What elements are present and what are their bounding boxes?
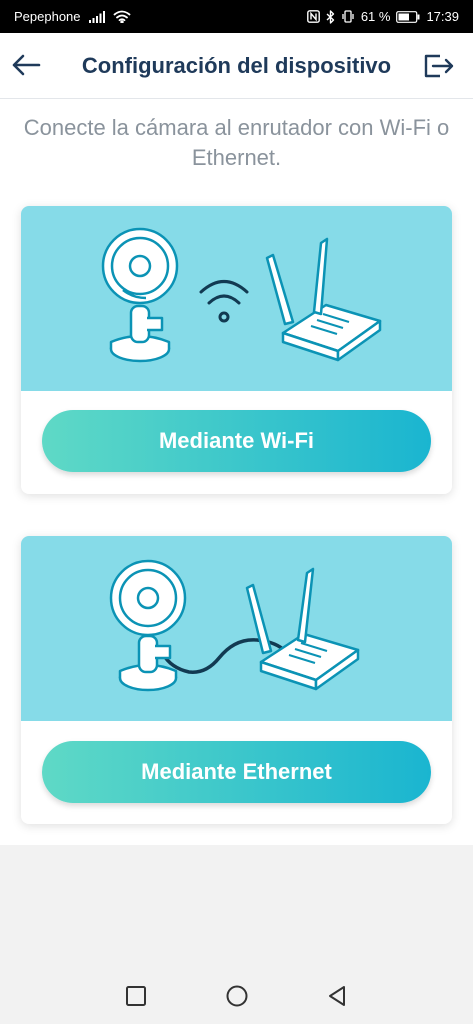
back-icon (329, 986, 345, 1006)
battery-icon (396, 10, 420, 23)
page-title: Configuración del dispositivo (81, 53, 392, 78)
camera-icon (101, 227, 179, 363)
wifi-option-card[interactable]: Mediante Wi-Fi (21, 206, 452, 494)
main-content: Conecte la cámara al enrutador con Wi-Fi… (0, 99, 473, 845)
battery-percentage: 61 % (360, 9, 391, 24)
recent-apps-icon (126, 986, 146, 1006)
camera-ethernet-router-illustration (21, 536, 452, 721)
carrier-name: Pepephone (14, 9, 81, 24)
instructions-text: Conecte la cámara al enrutador con Wi-Fi… (23, 115, 450, 170)
signal-icon (88, 10, 105, 23)
home-button[interactable] (223, 982, 251, 1010)
system-nav-bar (0, 966, 473, 1024)
recent-apps-button[interactable] (122, 982, 150, 1010)
wifi-status-icon (113, 10, 131, 23)
camera-icon (109, 559, 187, 692)
bluetooth-icon (326, 9, 335, 24)
vibrate-icon (341, 10, 355, 23)
router-icon (265, 237, 382, 362)
status-bar: Pepephone 61 % 17:39 (0, 0, 473, 33)
exit-button[interactable] (421, 48, 457, 84)
wifi-signal-icon (199, 280, 249, 323)
arrow-left-icon (12, 54, 41, 76)
nfc-icon (306, 10, 320, 23)
system-back-button[interactable] (323, 982, 351, 1010)
router-icon (245, 567, 360, 691)
app-header: Configuración del dispositivo (0, 33, 473, 99)
clock: 17:39 (426, 9, 459, 24)
via-ethernet-button[interactable]: Mediante Ethernet (42, 741, 431, 803)
exit-icon (424, 54, 454, 78)
camera-wifi-router-illustration (21, 206, 452, 391)
via-wifi-button[interactable]: Mediante Wi-Fi (42, 410, 431, 472)
back-button[interactable] (8, 47, 44, 83)
ethernet-option-card[interactable]: Mediante Ethernet (21, 536, 452, 824)
home-icon (226, 985, 248, 1007)
